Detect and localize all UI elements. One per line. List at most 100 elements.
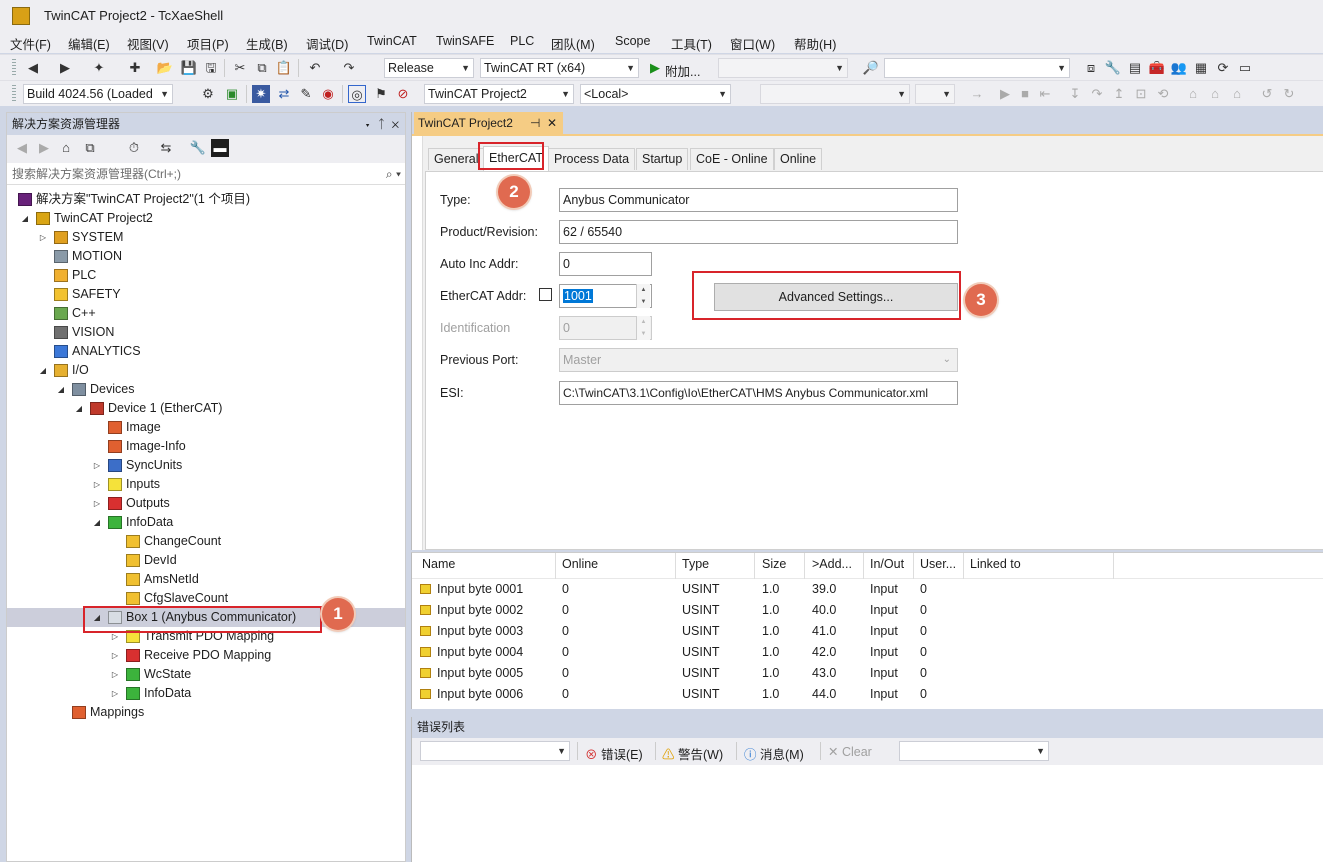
col-address[interactable]: >Add... bbox=[812, 557, 852, 571]
tree-item[interactable]: ▷ SYSTEM bbox=[7, 228, 405, 247]
menu-view[interactable]: 视图(V) bbox=[127, 34, 169, 53]
tree-item[interactable]: AmsNetId bbox=[7, 570, 405, 589]
previous-port-select[interactable]: Master ⌄ bbox=[559, 348, 958, 372]
load-db-icon[interactable]: ⌂ bbox=[1206, 85, 1224, 103]
undo-online-icon[interactable]: ↺ bbox=[1258, 85, 1276, 103]
collapse-arrow-icon[interactable]: ◢ bbox=[74, 399, 84, 418]
tree-item[interactable]: ANALYTICS bbox=[7, 342, 405, 361]
paste-icon[interactable]: 📋 bbox=[275, 59, 293, 77]
save-all-icon[interactable]: 🖫 bbox=[202, 59, 220, 77]
output-icon[interactable]: ▭ bbox=[1236, 59, 1254, 77]
plc-start-icon[interactable]: ▶ bbox=[996, 85, 1014, 103]
table-row[interactable]: Input byte 0004 0 USINT 1.0 42.0 Input 0 bbox=[412, 643, 1323, 664]
run-mode-icon[interactable]: ✷ bbox=[252, 85, 270, 103]
expand-arrow-icon[interactable]: ▷ bbox=[92, 456, 102, 475]
error-scope-select[interactable]: ▼ bbox=[420, 741, 570, 761]
document-tab[interactable]: TwinCAT Project2 ⊣ ✕ bbox=[414, 112, 563, 134]
collapse-arrow-icon[interactable]: ◢ bbox=[20, 209, 30, 228]
switch-views-icon[interactable]: ⧉ bbox=[81, 139, 99, 157]
pin-icon[interactable]: ᛏ bbox=[378, 117, 385, 131]
tab-process-data[interactable]: Process Data bbox=[548, 148, 636, 170]
errors-filter-button[interactable]: ⊗ 错误(E) bbox=[585, 744, 643, 763]
identification-spinner[interactable]: ▲ ▼ bbox=[636, 316, 650, 340]
toolbar-grip[interactable] bbox=[12, 85, 16, 103]
expand-arrow-icon[interactable]: ▷ bbox=[110, 665, 120, 684]
table-row[interactable]: Input byte 0006 0 USINT 1.0 44.0 Input 0 bbox=[412, 685, 1323, 706]
menu-edit[interactable]: 编辑(E) bbox=[68, 34, 110, 53]
col-name[interactable]: Name bbox=[422, 557, 455, 571]
menu-file[interactable]: 文件(F) bbox=[10, 34, 51, 53]
debug-target-select[interactable]: ▼ bbox=[718, 58, 848, 78]
tab-online[interactable]: Online bbox=[774, 148, 823, 170]
solution-config-select[interactable]: Release ▼ bbox=[384, 58, 474, 78]
step-out-icon[interactable]: ↥ bbox=[1110, 85, 1128, 103]
tree-item[interactable]: ▷ WcState bbox=[7, 665, 405, 684]
plc-stop-icon[interactable]: ■ bbox=[1016, 85, 1034, 103]
menu-project[interactable]: 项目(P) bbox=[187, 34, 229, 53]
undo-icon[interactable]: ↶ bbox=[306, 59, 324, 77]
toggle-free-run-icon[interactable]: ◎ bbox=[348, 85, 366, 103]
copy-icon[interactable]: ⧉ bbox=[253, 59, 271, 77]
tree-item[interactable]: ◢ Device 1 (EtherCAT) bbox=[7, 399, 405, 418]
tree-item[interactable]: PLC bbox=[7, 266, 405, 285]
wrench-icon[interactable]: 🔧 bbox=[1104, 59, 1122, 77]
expand-arrow-icon[interactable]: ▷ bbox=[110, 684, 120, 703]
table-row[interactable]: Input byte 0005 0 USINT 1.0 43.0 Input 0 bbox=[412, 664, 1323, 685]
tree-item[interactable]: C++ bbox=[7, 304, 405, 323]
home-icon[interactable]: ⌂ bbox=[57, 139, 75, 157]
col-type[interactable]: Type bbox=[682, 557, 709, 571]
col-size[interactable]: Size bbox=[762, 557, 786, 571]
menu-team[interactable]: 团队(M) bbox=[551, 34, 595, 53]
tree-item[interactable]: Image bbox=[7, 418, 405, 437]
logout-icon[interactable]: ⇤ bbox=[1036, 85, 1054, 103]
ethercat-addr-spinner[interactable]: ▲ ▼ bbox=[636, 284, 650, 308]
tree-item[interactable]: ◢ I/O bbox=[7, 361, 405, 380]
pending-changes-icon[interactable]: ⏱ bbox=[125, 139, 143, 157]
menu-debug[interactable]: 调试(D) bbox=[306, 34, 348, 53]
expand-arrow-icon[interactable]: ▷ bbox=[92, 494, 102, 513]
build-select[interactable]: Build 4024.56 (Loaded ▼ bbox=[23, 84, 173, 104]
close-icon[interactable]: ✕ bbox=[392, 117, 399, 131]
activate-config-icon[interactable]: ▣ bbox=[223, 85, 241, 103]
type-field[interactable]: Anybus Communicator bbox=[559, 188, 958, 212]
plc-select[interactable]: ▼ bbox=[760, 84, 910, 104]
team-icon[interactable]: 👥 bbox=[1170, 59, 1188, 77]
menu-window[interactable]: 窗口(W) bbox=[730, 34, 775, 53]
col-linked-to[interactable]: Linked to bbox=[970, 557, 1021, 571]
cut-icon[interactable]: ✂ bbox=[231, 59, 249, 77]
show-online-icon[interactable]: ⚑ bbox=[372, 85, 390, 103]
menu-twincat[interactable]: TwinCAT bbox=[367, 34, 417, 48]
panel-dropdown-icon[interactable]: ▾ bbox=[364, 117, 371, 131]
menu-plc[interactable]: PLC bbox=[510, 34, 534, 48]
ethercat-addr-checkbox[interactable] bbox=[539, 288, 552, 301]
collapse-arrow-icon[interactable]: ◢ bbox=[92, 513, 102, 532]
find-combo[interactable]: ▼ bbox=[884, 58, 1070, 78]
save-icon[interactable]: 💾 bbox=[180, 59, 198, 77]
find-in-files-icon[interactable]: 🔎 bbox=[862, 59, 880, 77]
attach-button[interactable]: 附加... bbox=[665, 61, 700, 80]
project-select[interactable]: TwinCAT Project2 ▼ bbox=[424, 84, 574, 104]
login-icon[interactable]: → bbox=[968, 85, 986, 103]
properties-icon[interactable]: ▤ bbox=[1126, 59, 1144, 77]
scan-icon[interactable]: ◉ bbox=[319, 85, 337, 103]
table-row[interactable]: Input byte 0003 0 USINT 1.0 41.0 Input 0 bbox=[412, 622, 1323, 643]
redo-icon[interactable]: ↷ bbox=[340, 59, 358, 77]
tree-item[interactable]: Mappings bbox=[7, 703, 405, 722]
collapse-arrow-icon[interactable]: ◢ bbox=[38, 361, 48, 380]
tree-item[interactable]: Image-Info bbox=[7, 437, 405, 456]
back-icon[interactable]: ◀ bbox=[13, 139, 31, 157]
reset-icon[interactable]: ⟲ bbox=[1154, 85, 1172, 103]
grid-icon[interactable]: ▦ bbox=[1192, 59, 1210, 77]
refresh-icon[interactable]: ⟳ bbox=[1214, 59, 1232, 77]
col-online[interactable]: Online bbox=[562, 557, 598, 571]
tree-item[interactable]: ▷ InfoData bbox=[7, 684, 405, 703]
solution-search-input[interactable]: 搜索解决方案资源管理器(Ctrl+;) ⌕ ▾ bbox=[7, 163, 405, 185]
tree-item[interactable]: MOTION bbox=[7, 247, 405, 266]
tree-item[interactable]: DevId bbox=[7, 551, 405, 570]
collapse-arrow-icon[interactable]: ◢ bbox=[56, 380, 66, 399]
forward-icon[interactable]: ▶ bbox=[56, 59, 74, 77]
tree-item[interactable]: 解决方案"TwinCAT Project2"(1 个项目) bbox=[7, 190, 405, 209]
col-user[interactable]: User... bbox=[920, 557, 956, 571]
step-into-icon[interactable]: ↧ bbox=[1066, 85, 1084, 103]
tree-item[interactable]: ▷ Receive PDO Mapping bbox=[7, 646, 405, 665]
